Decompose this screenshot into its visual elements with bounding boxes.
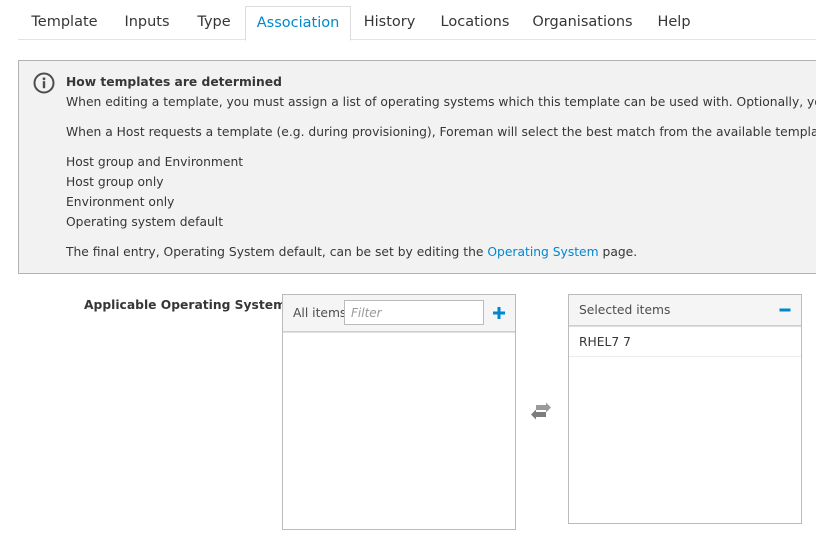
all-items-box: All items <box>282 294 516 530</box>
tab-type[interactable]: Type <box>183 6 245 40</box>
template-tabs: Template Inputs Type Association History… <box>0 0 816 41</box>
tab-help[interactable]: Help <box>643 6 705 40</box>
tab-inputs[interactable]: Inputs <box>112 6 182 40</box>
tab-template[interactable]: Template <box>18 6 111 40</box>
filter-input[interactable] <box>344 300 484 325</box>
plus-icon[interactable] <box>492 304 506 322</box>
info-paragraph-2: When a Host requests a template (e.g. du… <box>66 125 816 139</box>
tab-locations[interactable]: Locations <box>428 6 522 40</box>
all-items-header: All items <box>283 295 515 332</box>
info-final-text: The final entry, Operating System defaul… <box>66 245 484 259</box>
info-alert: How templates are determined When editin… <box>18 60 816 274</box>
available-items-list[interactable] <box>283 332 515 529</box>
operating-system-link[interactable]: Operating System <box>487 245 598 259</box>
tab-association[interactable]: Association <box>245 6 351 41</box>
selected-items-header: Selected items <box>569 295 801 326</box>
all-items-label: All items <box>293 306 347 320</box>
applicable-os-label: Applicable Operating Systems <box>84 298 294 312</box>
selected-item[interactable]: RHEL7 7 <box>569 326 801 357</box>
info-icon <box>33 72 55 94</box>
info-list-item: Host group and Environment <box>66 155 244 169</box>
selected-items-label: Selected items <box>579 303 671 317</box>
info-title: How templates are determined <box>66 75 282 89</box>
tab-history[interactable]: History <box>351 6 428 40</box>
tab-organisations[interactable]: Organisations <box>522 6 643 40</box>
info-list-item: Environment only <box>66 195 175 209</box>
selected-items-box: Selected items RHEL7 7 <box>568 294 802 524</box>
info-list-item: Host group only <box>66 175 164 189</box>
minus-icon[interactable] <box>779 303 791 317</box>
info-paragraph-1: When editing a template, you must assign… <box>66 95 816 109</box>
info-final-suffix: page. <box>602 245 638 259</box>
info-final-line: The final entry, Operating System defaul… <box>66 245 637 259</box>
swap-arrows-icon <box>531 402 551 420</box>
info-list-item: Operating system default <box>66 215 224 229</box>
